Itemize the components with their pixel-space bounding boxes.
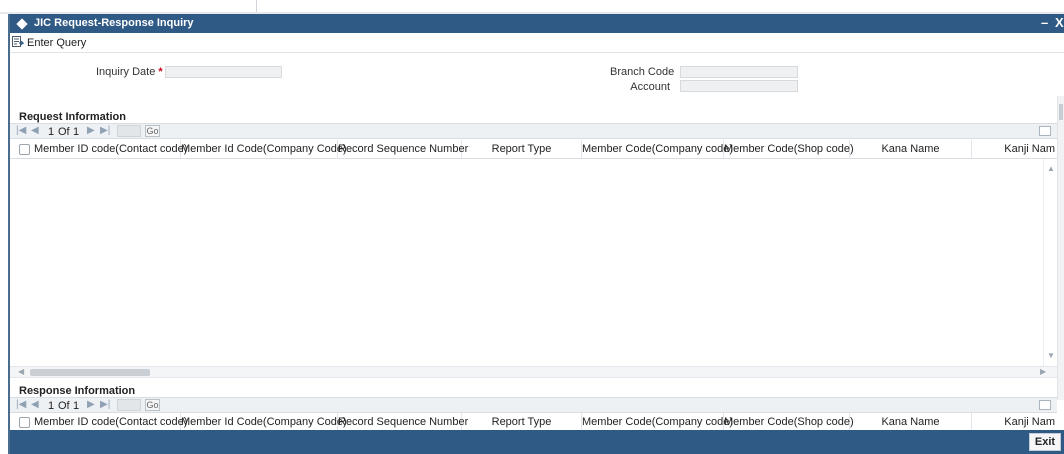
column-header[interactable]: Kanji Nam [972,140,1057,159]
last-page-icon[interactable]: ▶| [100,125,110,136]
request-pager: |◀ ◀ 1 Of 1 ▶ ▶| Go [10,123,1057,139]
page-scroll-thumb[interactable] [1059,104,1063,120]
response-grid: Member ID code(Contact code) Member Id C… [10,413,1057,430]
select-all-checkbox[interactable] [19,417,30,428]
window-title: JIC Request-Response Inquiry [34,17,194,29]
scroll-right-icon[interactable]: ▶ [1040,367,1046,376]
page-of-label: Of [58,126,70,138]
request-grid: Member ID code(Contact code) Member Id C… [10,140,1057,380]
column-header[interactable]: Record Sequence Number [338,140,468,159]
next-page-icon[interactable]: ▶ [87,399,95,410]
grid-view-icon[interactable] [1039,126,1051,136]
request-section-title: Request Information [19,111,126,123]
column-header[interactable]: Kana Name [850,413,972,430]
enter-query-button[interactable]: Enter Query [27,37,86,49]
go-button[interactable]: Go [145,125,160,137]
required-marker: * [158,66,163,78]
inquiry-date-label-text: Inquiry Date [96,66,156,78]
page-vertical-scrollbar[interactable] [1057,96,1064,400]
window-titlebar: JIC Request-Response Inquiry – X [10,14,1064,33]
scroll-left-icon[interactable]: ◀ [18,367,24,376]
prev-page-icon[interactable]: ◀ [31,399,39,410]
response-grid-header: Member ID code(Contact code) Member Id C… [10,413,1057,430]
close-button[interactable]: X [1055,15,1064,30]
next-page-icon[interactable]: ▶ [87,125,95,136]
go-button[interactable]: Go [145,399,160,411]
page-total: 1 [73,126,80,138]
toolbar-divider [10,52,1064,53]
request-vertical-scrollbar[interactable]: ▲ ▼ [1043,159,1057,366]
footer-bar: Exit [10,430,1064,454]
page-current: 1 [48,126,55,138]
column-header[interactable]: Member Code(Company code) [582,140,733,159]
column-header[interactable]: Member ID code(Contact code) [34,413,187,430]
enter-query-icon[interactable] [12,36,24,48]
scroll-down-icon[interactable]: ▼ [1047,351,1055,360]
scroll-thumb[interactable] [30,369,150,376]
exit-button[interactable]: Exit [1029,433,1061,451]
select-all-checkbox[interactable] [19,144,30,155]
page-number-input[interactable] [117,125,141,137]
inquiry-date-field[interactable] [165,66,282,78]
top-strip [0,0,1064,14]
column-header[interactable]: Member Code(Shop code) [724,413,854,430]
column-header[interactable]: Member Code(Shop code) [724,140,854,159]
tab-separator [256,0,257,12]
first-page-icon[interactable]: |◀ [16,399,26,410]
column-header[interactable]: Record Sequence Number [338,413,468,430]
minimize-button[interactable]: – [1041,15,1048,30]
first-page-icon[interactable]: |◀ [16,125,26,136]
inquiry-date-label: Inquiry Date * [96,66,163,78]
account-field[interactable] [680,80,798,92]
response-section-title: Response Information [19,385,136,397]
column-header[interactable]: Member ID code(Contact code) [34,140,187,159]
page-current: 1 [48,400,55,412]
request-grid-header: Member ID code(Contact code) Member Id C… [10,140,1057,159]
account-label: Account [630,81,670,93]
column-header[interactable]: Report Type [462,413,582,430]
column-header[interactable]: Member Id Code(Company Code) [181,413,347,430]
page-total: 1 [73,400,80,412]
page-number-input[interactable] [117,399,141,411]
column-header[interactable]: Member Id Code(Company Code) [181,140,347,159]
prev-page-icon[interactable]: ◀ [31,125,39,136]
column-header[interactable]: Kanji Nam [972,413,1057,430]
last-page-icon[interactable]: ▶| [100,399,110,410]
grid-view-icon[interactable] [1039,400,1051,410]
branch-code-label: Branch Code [610,66,675,78]
column-header[interactable]: Report Type [462,140,582,159]
diamond-icon [16,18,28,30]
scroll-up-icon[interactable]: ▲ [1047,164,1055,173]
page-of-label: Of [58,400,70,412]
column-header[interactable]: Member Code(Company code) [582,413,733,430]
response-pager: |◀ ◀ 1 Of 1 ▶ ▶| Go [10,397,1057,413]
branch-code-field[interactable] [680,66,798,78]
toolbar: Enter Query [10,33,1064,53]
request-horizontal-scrollbar[interactable]: ◀ ▶ [10,366,1057,378]
column-header[interactable]: Kana Name [850,140,972,159]
